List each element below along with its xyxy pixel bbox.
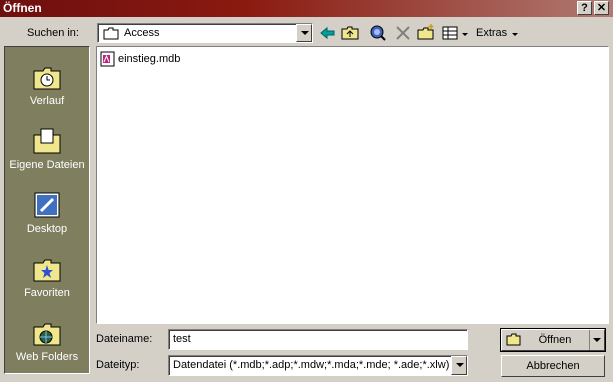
place-label: Web Folders xyxy=(15,351,79,363)
place-label: Desktop xyxy=(26,223,68,235)
open-button[interactable]: Öffnen xyxy=(500,328,606,352)
cancel-button-label: Abbrechen xyxy=(526,360,580,372)
look-in-value: Access xyxy=(124,27,160,39)
filename-value: test xyxy=(173,333,191,345)
views-icon[interactable] xyxy=(440,23,460,43)
place-label: Eigene Dateien xyxy=(9,159,85,171)
folder-icon xyxy=(103,27,119,40)
back-icon[interactable] xyxy=(318,23,338,43)
look-in-dropdown-button[interactable] xyxy=(296,24,312,42)
my-documents-icon xyxy=(33,128,61,154)
up-folder-icon[interactable] xyxy=(340,23,360,43)
open-options-dropdown-icon[interactable] xyxy=(589,330,604,350)
look-in-combo[interactable]: Access xyxy=(97,23,313,43)
views-dropdown-icon[interactable] xyxy=(462,33,468,36)
filetype-value: Datendatei (*.mdb;*.adp;*.mdw;*.mda;*.md… xyxy=(173,359,449,371)
history-icon xyxy=(33,67,61,90)
look-in-label: Suchen in: xyxy=(27,27,79,39)
desktop-icon xyxy=(34,192,60,218)
new-folder-icon[interactable] xyxy=(416,23,436,43)
favorites-icon xyxy=(33,259,61,282)
place-label: Favoriten xyxy=(24,287,70,299)
place-history[interactable]: Verlauf xyxy=(5,57,89,117)
web-folders-icon xyxy=(33,323,61,346)
access-file-icon xyxy=(100,51,115,67)
filename-label: Dateiname: xyxy=(96,333,153,345)
search-web-icon[interactable] xyxy=(368,23,388,43)
place-favorites[interactable]: Favoriten xyxy=(5,249,89,309)
place-label: Verlauf xyxy=(29,95,65,107)
filetype-dropdown-button[interactable] xyxy=(451,356,467,375)
filetype-combo[interactable]: Datendatei (*.mdb;*.adp;*.mdw;*.mda;*.md… xyxy=(168,355,468,376)
extras-dropdown-icon[interactable] xyxy=(512,33,518,36)
title-bar[interactable]: Öffnen ? ✕ xyxy=(0,0,613,17)
cancel-button[interactable]: Abbrechen xyxy=(501,355,605,377)
filename-input[interactable]: test xyxy=(168,329,468,350)
help-button[interactable]: ? xyxy=(577,1,592,15)
filetype-label: Dateityp: xyxy=(96,359,140,371)
open-dialog: Öffnen ? ✕ Suchen in: Access Extras Verl… xyxy=(0,0,613,382)
window-title: Öffnen xyxy=(3,1,42,15)
places-bar: Verlauf Eigene Dateien Desktop Favoriten xyxy=(4,46,90,374)
extras-menu[interactable]: Extras xyxy=(476,27,507,39)
close-button[interactable]: ✕ xyxy=(594,1,609,15)
file-name: einstieg.mdb xyxy=(118,53,181,65)
place-my-documents[interactable]: Eigene Dateien xyxy=(5,121,89,181)
delete-icon[interactable] xyxy=(393,23,413,43)
place-web-folders[interactable]: Web Folders xyxy=(5,313,89,373)
open-button-label: Öffnen xyxy=(538,334,572,346)
file-list[interactable]: einstieg.mdb xyxy=(96,46,609,324)
place-desktop[interactable]: Desktop xyxy=(5,185,89,245)
